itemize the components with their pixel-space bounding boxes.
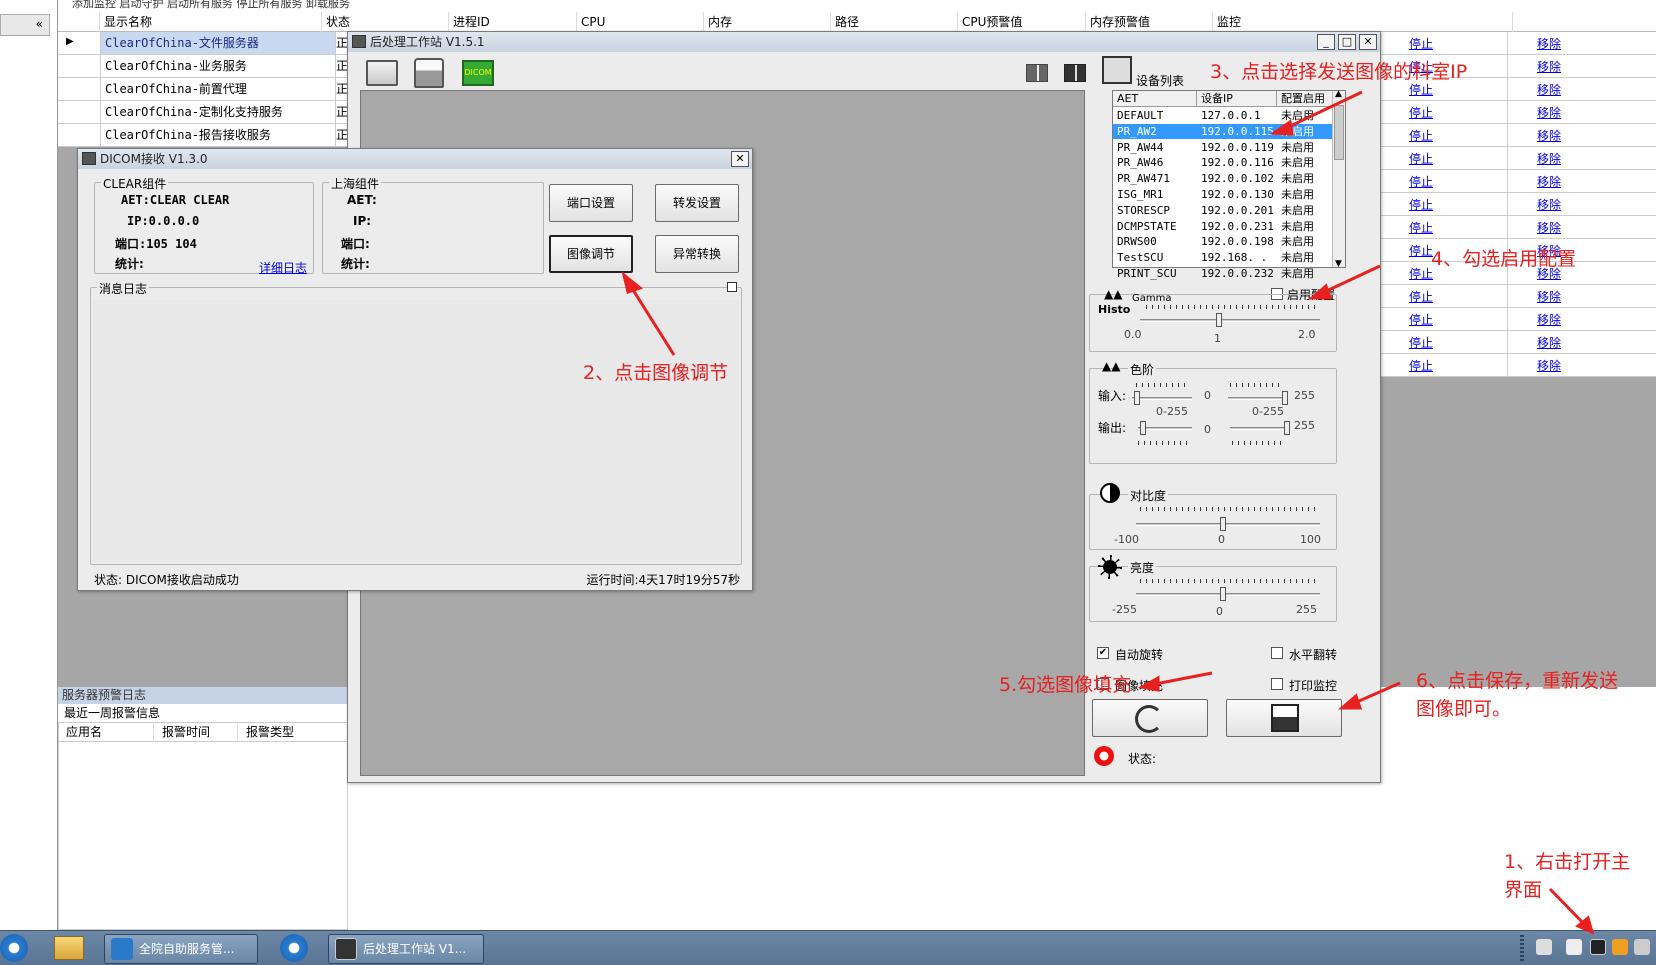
annotation-2: 2、点击图像调节 — [583, 362, 729, 384]
annotation-4: 4、勾选启用配置 — [1431, 248, 1577, 270]
arrow-3 — [1281, 90, 1363, 132]
annotation-arrows — [621, 90, 1595, 935]
annotation-6: 6、点击保存，重新发送 — [1416, 670, 1619, 692]
annotation-6b: 图像即可。 — [1416, 698, 1512, 720]
arrowhead-2 — [621, 271, 644, 294]
arrow-2 — [626, 281, 676, 356]
annotation-1: 1、右击打开主 — [1504, 851, 1631, 873]
arrow-4 — [1319, 264, 1381, 296]
arrowhead-3 — [1269, 119, 1294, 136]
annotation-5: 5.勾选图像填充 — [999, 674, 1132, 696]
arrowhead-6 — [1337, 693, 1363, 710]
annotation-1b: 界面 — [1504, 879, 1543, 901]
arrowhead-5 — [1137, 675, 1160, 692]
arrow-1 — [1548, 887, 1588, 928]
annotation-3: 3、点击选择发送图像的科室IP — [1210, 61, 1468, 83]
arrowhead-4 — [1307, 283, 1333, 300]
